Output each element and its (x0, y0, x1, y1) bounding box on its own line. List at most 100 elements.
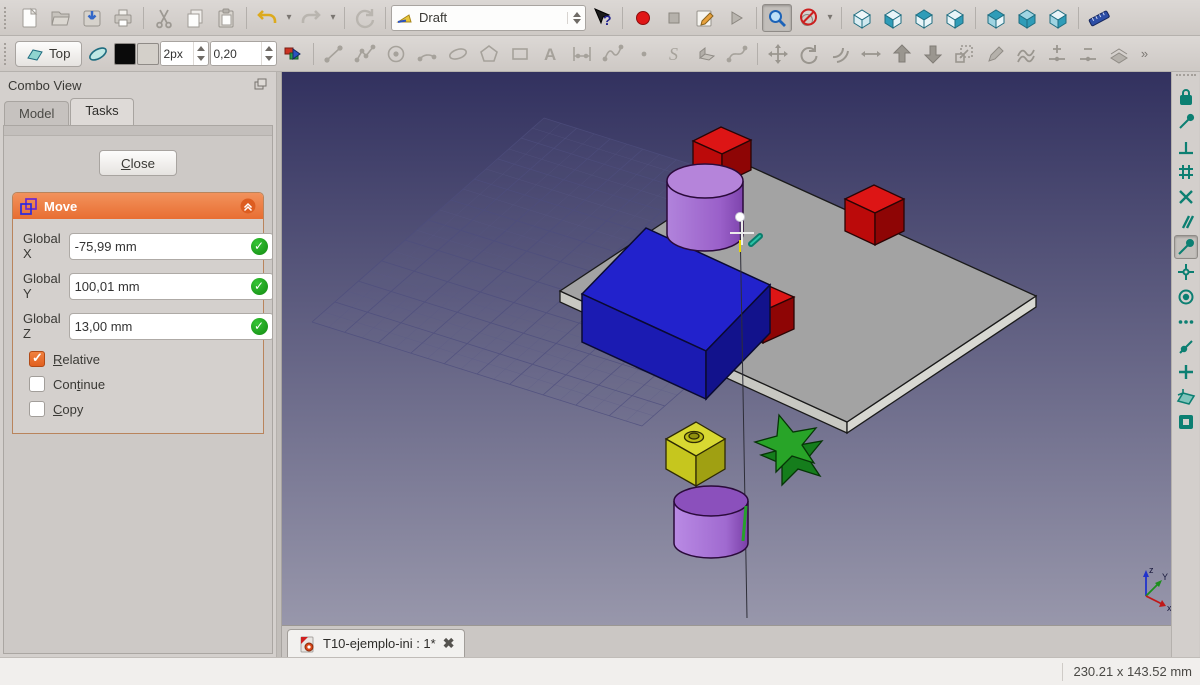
document-tab[interactable]: T10-ejemplo-ini : 1* ✖ (287, 629, 465, 657)
wire-to-bspline-tool-icon[interactable] (1011, 40, 1041, 68)
line-width-input[interactable] (161, 42, 193, 65)
tab-tasks[interactable]: Tasks (70, 98, 133, 125)
snap-parallel-icon[interactable] (1174, 210, 1198, 234)
snap-special-icon[interactable] (1174, 260, 1198, 284)
apply-style-icon[interactable] (278, 40, 308, 68)
point-tool-icon[interactable] (629, 40, 659, 68)
whats-this-icon[interactable]: ? (587, 4, 617, 32)
global-x-input[interactable] (75, 239, 251, 254)
measure-distance-icon[interactable] (1084, 4, 1114, 32)
bezier-tool-icon[interactable] (722, 40, 752, 68)
draw-style-dropdown-icon[interactable]: ▾ (824, 12, 836, 23)
dimension-tool-icon[interactable] (567, 40, 597, 68)
relative-checkbox[interactable]: Relative (29, 351, 253, 367)
view-axonometric-icon[interactable] (847, 4, 877, 32)
snap-near-icon[interactable] (1174, 235, 1198, 259)
downgrade-tool-icon[interactable] (918, 40, 948, 68)
snap-midpoint-icon[interactable] (1174, 135, 1198, 159)
fit-all-icon[interactable] (762, 4, 792, 32)
snap-ortho-icon[interactable] (1174, 285, 1198, 309)
draw-style-icon[interactable] (793, 4, 823, 32)
macro-stop-icon[interactable] (659, 4, 689, 32)
offset-tool-icon[interactable] (825, 40, 855, 68)
add-point-tool-icon[interactable] (1042, 40, 1072, 68)
trim-extend-tool-icon[interactable] (856, 40, 886, 68)
rotate-tool-icon[interactable] (794, 40, 824, 68)
tab-model[interactable]: Model (4, 101, 69, 125)
view-rear-icon[interactable] (981, 4, 1011, 32)
undo-dropdown-icon[interactable]: ▾ (283, 12, 295, 23)
macro-edit-icon[interactable] (690, 4, 720, 32)
text-tool-icon[interactable]: A (536, 40, 566, 68)
open-file-icon[interactable] (46, 4, 76, 32)
cut-icon[interactable] (149, 4, 179, 32)
global-y-input[interactable] (75, 279, 251, 294)
move-panel-header[interactable]: Move (13, 193, 263, 219)
collapse-icon[interactable] (240, 198, 256, 214)
remove-point-tool-icon[interactable] (1073, 40, 1103, 68)
working-plane-button[interactable]: Top (15, 41, 82, 67)
snap-lock-icon[interactable] (1174, 85, 1198, 109)
checkbox-box[interactable] (29, 351, 45, 367)
snap-intersection-icon[interactable] (1174, 335, 1198, 359)
float-panel-icon[interactable] (252, 76, 268, 95)
text-scale-input[interactable] (211, 42, 261, 65)
redo-icon[interactable] (296, 4, 326, 32)
upgrade-tool-icon[interactable] (887, 40, 917, 68)
toggle-grid-icon[interactable] (1174, 410, 1198, 434)
view-front-icon[interactable] (878, 4, 908, 32)
close-tab-icon[interactable]: ✖ (443, 635, 455, 652)
view-left-icon[interactable] (1043, 4, 1073, 32)
arc-tool-icon[interactable] (412, 40, 442, 68)
global-z-field[interactable]: ✓ (69, 313, 273, 340)
construction-mode-icon[interactable] (83, 40, 113, 68)
scale-tool-icon[interactable] (949, 40, 979, 68)
face-color-swatch[interactable] (137, 43, 159, 65)
toolbar-overflow-icon[interactable]: » (1135, 46, 1155, 61)
macro-play-icon[interactable] (721, 4, 751, 32)
edit-tool-icon[interactable] (980, 40, 1010, 68)
move-tool-icon[interactable] (763, 40, 793, 68)
3d-viewport[interactable]: z Y x (282, 72, 1171, 625)
circle-tool-icon[interactable] (381, 40, 411, 68)
toolbar-drag-handle[interactable] (4, 7, 11, 29)
polygon-tool-icon[interactable] (474, 40, 504, 68)
toolbar-drag-handle[interactable] (1176, 74, 1196, 82)
undo-icon[interactable] (252, 4, 282, 32)
print-icon[interactable] (108, 4, 138, 32)
snap-endpoint-icon[interactable] (1174, 110, 1198, 134)
line-tool-icon[interactable] (319, 40, 349, 68)
polyline-tool-icon[interactable] (350, 40, 380, 68)
view-top-icon[interactable] (909, 4, 939, 32)
line-color-swatch[interactable] (114, 43, 136, 65)
snap-dimensions-icon[interactable] (1174, 310, 1198, 334)
line-width-spinbox[interactable] (160, 41, 209, 66)
bspline-tool-icon[interactable] (598, 40, 628, 68)
facebinder-tool-icon[interactable] (691, 40, 721, 68)
workbench-selector[interactable]: Draft (391, 5, 586, 31)
continue-checkbox[interactable]: Continue (29, 376, 253, 392)
copy-icon[interactable] (180, 4, 210, 32)
global-y-field[interactable]: ✓ (69, 273, 273, 300)
checkbox-box[interactable] (29, 376, 45, 392)
save-file-icon[interactable] (77, 4, 107, 32)
view-right-icon[interactable] (940, 4, 970, 32)
snap-working-plane-icon[interactable] (1174, 385, 1198, 409)
checkbox-box[interactable] (29, 401, 45, 417)
refresh-icon[interactable] (350, 4, 380, 32)
global-x-field[interactable]: ✓ (69, 233, 273, 260)
snap-grid-icon[interactable] (1174, 360, 1198, 384)
copy-checkbox[interactable]: Copy (29, 401, 253, 417)
paste-icon[interactable] (211, 4, 241, 32)
rectangle-tool-icon[interactable] (505, 40, 535, 68)
snap-center-icon[interactable] (1174, 160, 1198, 184)
redo-dropdown-icon[interactable]: ▾ (327, 12, 339, 23)
shapestring-tool-icon[interactable]: S (660, 40, 690, 68)
close-button[interactable]: Close (99, 150, 177, 176)
global-z-input[interactable] (75, 319, 251, 334)
shape-2d-view-tool-icon[interactable] (1104, 40, 1134, 68)
macro-record-icon[interactable] (628, 4, 658, 32)
workbench-spin-arrows[interactable] (567, 12, 581, 24)
text-scale-spinbox[interactable] (210, 41, 277, 66)
snap-angle-icon[interactable] (1174, 185, 1198, 209)
